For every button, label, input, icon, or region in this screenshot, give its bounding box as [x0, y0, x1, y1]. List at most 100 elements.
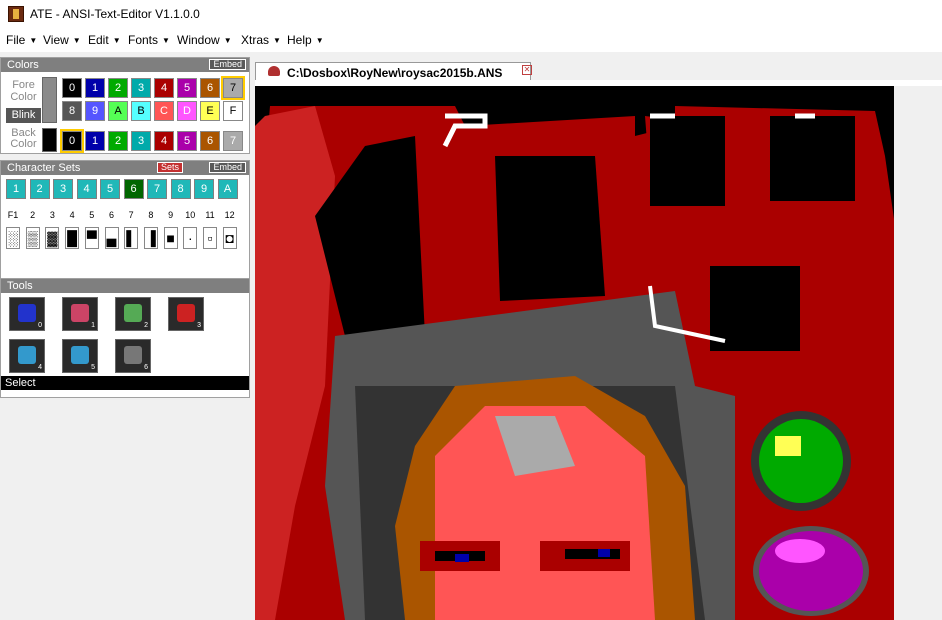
menu-help[interactable]: Help ▼ [287, 33, 324, 47]
fore-swatch-E[interactable]: E [200, 101, 220, 121]
fkey-char-2[interactable]: ▒ [25, 227, 40, 249]
art-green-orb [759, 419, 843, 503]
menu-window[interactable]: Window ▼ [177, 33, 232, 47]
charset-button-1[interactable]: 1 [6, 179, 26, 199]
menu-xtras[interactable]: Xtras ▼ [241, 33, 281, 47]
app-icon [8, 6, 24, 22]
charset-button-2[interactable]: 2 [29, 179, 50, 199]
fore-swatch-F[interactable]: F [223, 101, 243, 121]
select-tool-icon[interactable]: 0 [9, 297, 45, 331]
fore-swatch-8[interactable]: 8 [62, 101, 82, 121]
back-swatch-4[interactable]: 4 [154, 131, 174, 151]
chevron-down-icon: ▼ [72, 36, 81, 45]
fkey-char-6[interactable]: ▄ [104, 227, 119, 249]
back-color-label: Back Color [10, 127, 37, 150]
fore-swatch-2[interactable]: 2 [108, 78, 128, 98]
eraser-tool-icon-glyph [71, 304, 89, 322]
charset-button-4[interactable]: 4 [76, 179, 97, 199]
fkey-char-7[interactable]: ▌ [124, 227, 139, 249]
charset-button-A[interactable]: A [217, 179, 238, 199]
fill-bucket-tool-icon-glyph [71, 346, 89, 364]
close-icon[interactable]: ✕ [522, 65, 532, 75]
menu-bar: File ▼ View ▼ Edit ▼ Fonts ▼ Window ▼ Xtras ▼ … [0, 30, 942, 52]
back-swatch-7[interactable]: 7 [223, 131, 243, 151]
fore-swatch-4[interactable]: 4 [154, 78, 174, 98]
fkey-char-5[interactable]: ▀ [84, 227, 99, 249]
fore-swatch-3[interactable]: 3 [131, 78, 151, 98]
colors-embed-button[interactable]: Embed [209, 59, 246, 70]
fore-swatch-B[interactable]: B [131, 101, 151, 121]
tool-number: 3 [197, 322, 201, 329]
colors-header: Colors Embed [1, 58, 249, 72]
fore-swatch-9[interactable]: 9 [85, 101, 105, 121]
charset-button-9[interactable]: 9 [194, 179, 214, 199]
art-letter-y-right [770, 116, 855, 201]
blink-toggle[interactable]: Blink [6, 108, 41, 123]
fore-swatch-6[interactable]: 6 [200, 78, 220, 98]
chevron-down-icon: ▼ [29, 36, 38, 45]
charset-button-6[interactable]: 6 [123, 179, 144, 199]
tool-number: 1 [91, 322, 95, 329]
back-swatch-0[interactable]: 0 [60, 129, 84, 153]
tool-number: 4 [38, 364, 42, 371]
fkey-label-11: 11 [205, 210, 215, 220]
fkey-label-7: 7 [128, 210, 134, 220]
fkey-char-8[interactable]: ▐ [143, 227, 158, 249]
fore-swatch-7[interactable]: 7 [221, 76, 245, 100]
chevron-down-icon: ▼ [273, 36, 281, 45]
charsets-embed-button[interactable]: Embed [209, 162, 246, 173]
tool-number: 0 [38, 322, 42, 329]
fkey-char-4[interactable]: █ [65, 227, 80, 249]
charset-button-3[interactable]: 3 [53, 179, 73, 199]
art-left-pupil [455, 554, 469, 562]
chevron-down-icon: ▼ [223, 36, 232, 45]
menu-fonts[interactable]: Fonts ▼ [128, 33, 170, 47]
fkey-char-3[interactable]: ▓ [45, 227, 60, 249]
fkey-char-10[interactable]: · [183, 227, 198, 249]
tools-header: Tools [1, 279, 249, 293]
fore-swatch-D[interactable]: D [177, 101, 197, 121]
fkey-char-12[interactable]: ◘ [222, 227, 237, 249]
charset-button-8[interactable]: 8 [170, 179, 191, 199]
charset-button-5[interactable]: 5 [100, 179, 120, 199]
tool-number: 6 [144, 364, 148, 371]
menu-file[interactable]: File ▼ [6, 33, 37, 47]
fore-swatch-5[interactable]: 5 [177, 78, 197, 98]
charset-button-7[interactable]: 7 [147, 179, 167, 199]
chevron-down-icon: ▼ [315, 36, 324, 45]
document-tab[interactable]: C:\Dosbox\RoyNew\roysac2015b.ANS ✕ [255, 62, 532, 80]
title-bar: ATE - ANSI-Text-Editor V1.1.0.0 [0, 0, 942, 30]
fkey-char-11[interactable]: ▫ [203, 227, 217, 249]
fore-swatch-A[interactable]: A [108, 101, 128, 121]
pencil-tool-icon[interactable]: 6 [115, 339, 151, 373]
fore-color-label: Fore Color [10, 79, 37, 103]
eraser-tool-icon[interactable]: 1 [62, 297, 98, 331]
back-swatch-2[interactable]: 2 [108, 131, 128, 151]
ansi-canvas[interactable] [255, 86, 894, 620]
fkey-char-9[interactable]: ■ [163, 227, 178, 249]
back-swatch-6[interactable]: 6 [200, 131, 220, 151]
art-purple-orb-highlight [775, 539, 825, 563]
fkey-label-10: 10 [185, 210, 196, 220]
fkey-label-2: 2 [30, 210, 36, 220]
art-letter-y-left [650, 116, 725, 206]
paint-roller-tool-icon-glyph [124, 304, 142, 322]
menu-view[interactable]: View ▼ [43, 33, 81, 47]
eyedropper-tool-icon[interactable]: 4 [9, 339, 45, 373]
menu-edit[interactable]: Edit ▼ [88, 33, 121, 47]
fkey-label-F1: F1 [7, 210, 19, 220]
charsets-header: Character Sets Sets Embed [1, 161, 249, 175]
fkey-char-F1[interactable]: ░ [6, 227, 20, 249]
fill-bucket-tool-icon[interactable]: 5 [62, 339, 98, 373]
back-swatch-1[interactable]: 1 [85, 131, 105, 151]
fore-swatch-1[interactable]: 1 [85, 78, 105, 98]
paint-roller-tool-icon[interactable]: 2 [115, 297, 151, 331]
back-swatch-5[interactable]: 5 [177, 131, 197, 151]
fore-swatch-C[interactable]: C [154, 101, 174, 121]
gradient-tool-icon[interactable]: 3 [168, 297, 204, 331]
sets-button[interactable]: Sets [157, 162, 184, 173]
back-swatch-3[interactable]: 3 [131, 131, 151, 151]
art-y-stem [710, 266, 800, 351]
colors-panel: Colors Embed Fore Color Blink 01234567 8… [0, 57, 250, 154]
fore-swatch-0[interactable]: 0 [62, 78, 82, 98]
